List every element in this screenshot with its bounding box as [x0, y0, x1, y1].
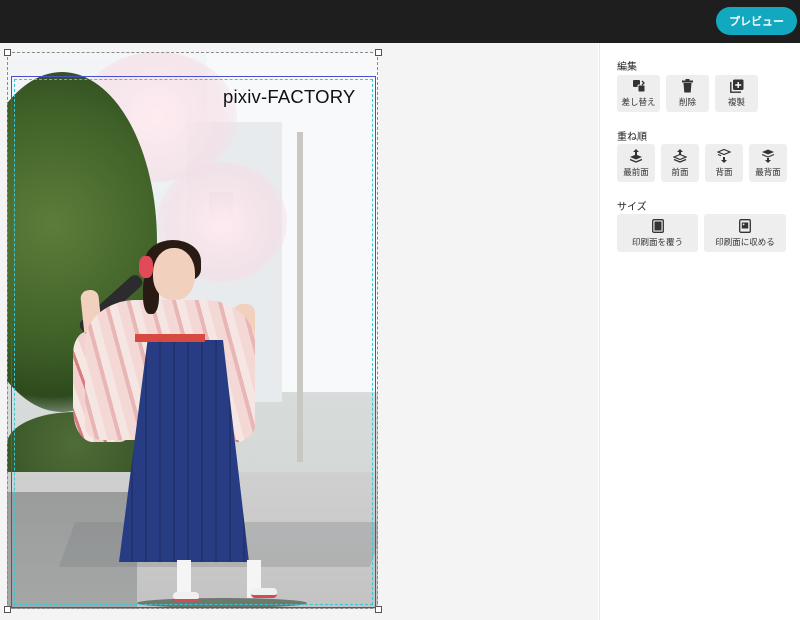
- delete-button[interactable]: 削除: [666, 75, 709, 112]
- send-backward-button[interactable]: 背面: [705, 144, 743, 182]
- fill-print-area-label: 印刷面を覆う: [631, 237, 683, 248]
- bring-forward-label: 前面: [671, 167, 689, 178]
- send-to-back-button[interactable]: 最背面: [749, 144, 787, 182]
- send-backward-label: 背面: [715, 167, 733, 178]
- resize-handle-top-right[interactable]: [375, 49, 382, 56]
- selection-frame: [7, 52, 378, 609]
- duplicate-label: 複製: [727, 98, 745, 108]
- fill-print-area-button[interactable]: 印刷面を覆う: [617, 214, 698, 252]
- bring-forward-button[interactable]: 前面: [661, 144, 699, 182]
- replace-label: 差し替え: [621, 98, 656, 108]
- duplicate-button[interactable]: 複製: [715, 75, 758, 112]
- send-backward-icon: [717, 148, 731, 163]
- bring-to-front-button[interactable]: 最前面: [617, 144, 655, 182]
- bring-forward-icon: [673, 148, 687, 163]
- preview-button[interactable]: プレビュー: [716, 7, 797, 35]
- delete-label: 削除: [678, 98, 696, 108]
- edit-section-title: 編集: [617, 62, 637, 73]
- swap-image-icon: [632, 80, 645, 93]
- top-bar: プレビュー: [0, 0, 800, 43]
- fit-print-area-label: 印刷面に収める: [715, 237, 775, 248]
- bring-to-front-label: 最前面: [623, 167, 649, 178]
- size-section-title: サイズ: [617, 202, 647, 213]
- send-to-back-label: 最背面: [755, 167, 781, 178]
- fill-print-area-icon: [651, 218, 664, 233]
- resize-handle-bottom-left[interactable]: [4, 606, 11, 613]
- order-section-title: 重ね順: [617, 132, 647, 143]
- send-to-back-icon: [761, 149, 775, 163]
- replace-button[interactable]: 差し替え: [617, 75, 660, 112]
- fit-print-area-icon: [739, 218, 751, 233]
- trash-icon: [682, 79, 693, 93]
- bring-to-front-icon: [629, 148, 643, 163]
- fit-print-area-button[interactable]: 印刷面に収める: [704, 214, 786, 252]
- resize-handle-bottom-right[interactable]: [375, 606, 382, 613]
- duplicate-icon: [729, 79, 743, 93]
- resize-handle-top-left[interactable]: [4, 49, 11, 56]
